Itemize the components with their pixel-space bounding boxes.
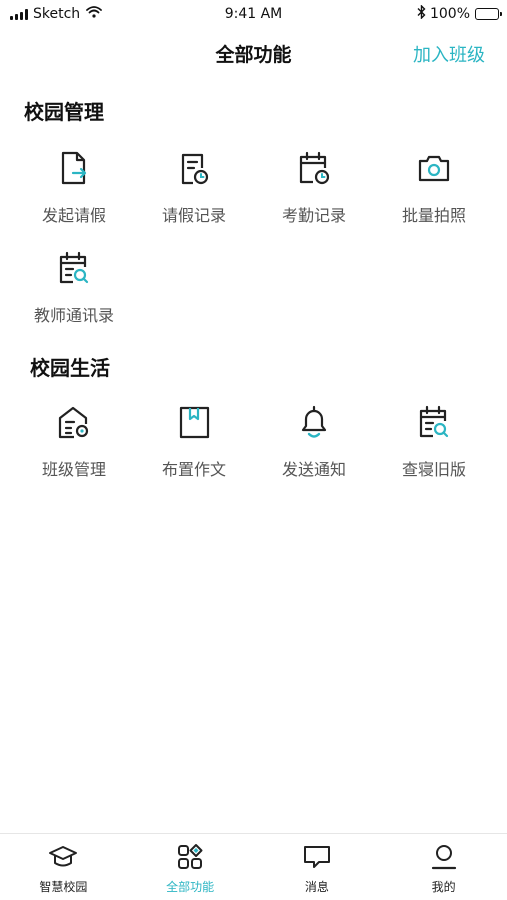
campus-management-grid: 发起请假 请假记录 考勤记录 批量拍照 教师通讯录: [14, 142, 494, 328]
camera-icon: [414, 148, 454, 188]
calendar-search-icon: [414, 402, 454, 442]
bell-icon: [294, 402, 334, 442]
status-right: 100%: [417, 4, 502, 23]
grid-item-attendance-records[interactable]: 考勤记录: [254, 142, 374, 228]
battery-icon: [475, 8, 502, 20]
user-icon: [428, 842, 460, 872]
chat-bubble-icon: [301, 842, 333, 872]
grid-item-teacher-directory[interactable]: 教师通讯录: [14, 242, 134, 328]
grid-item-leave-records[interactable]: 请假记录: [134, 142, 254, 228]
tab-all-functions[interactable]: 全部功能: [127, 834, 254, 900]
grid-item-label: 发送通知: [281, 460, 346, 479]
grid-item-label: 考勤记录: [281, 206, 346, 225]
section-title-campus-management: 校园管理: [24, 100, 104, 124]
battery-percent: 100%: [429, 6, 470, 22]
grid-item-send-notice[interactable]: 发送通知: [254, 396, 374, 482]
tab-label: 智慧校园: [39, 880, 88, 894]
grid-item-label: 批量拍照: [401, 206, 466, 225]
grid-item-label: 班级管理: [41, 460, 106, 479]
grid-item-class-management[interactable]: 班级管理: [14, 396, 134, 482]
status-bar: Sketch 9:41 AM 100%: [0, 0, 507, 28]
bookmark-book-icon: [174, 402, 214, 442]
tab-smart-campus[interactable]: 智慧校园: [0, 834, 127, 900]
document-arrow-icon: [54, 148, 94, 188]
section-title-campus-life: 校园生活: [30, 356, 110, 380]
grid-apps-icon: [174, 842, 206, 872]
graduation-cap-icon: [47, 842, 79, 872]
bluetooth-icon: [417, 4, 426, 23]
grid-item-label: 请假记录: [161, 206, 226, 225]
grid-item-dorm-check-legacy[interactable]: 查寝旧版: [374, 396, 494, 482]
house-gear-icon: [54, 402, 94, 442]
grid-item-leave-request[interactable]: 发起请假: [14, 142, 134, 228]
tab-messages[interactable]: 消息: [254, 834, 381, 900]
document-clock-icon: [174, 148, 214, 188]
tab-label: 消息: [304, 880, 329, 894]
tab-label: 全部功能: [166, 880, 215, 894]
calendar-clock-icon: [294, 148, 334, 188]
grid-item-assign-essay[interactable]: 布置作文: [134, 396, 254, 482]
grid-item-label: 教师通讯录: [33, 306, 114, 325]
grid-item-label: 查寝旧版: [401, 460, 466, 479]
bottom-tab-bar: 智慧校园 全部功能 消息 我的: [0, 833, 507, 900]
grid-item-batch-photo[interactable]: 批量拍照: [374, 142, 494, 228]
campus-life-grid: 班级管理 布置作文 发送通知 查寝旧版: [14, 396, 494, 482]
join-class-button[interactable]: 加入班级: [413, 41, 485, 67]
tab-label: 我的: [431, 880, 456, 894]
grid-item-label: 发起请假: [41, 206, 106, 225]
calendar-search-icon: [54, 248, 94, 288]
grid-item-label: 布置作文: [161, 460, 226, 479]
tab-profile[interactable]: 我的: [380, 834, 507, 900]
